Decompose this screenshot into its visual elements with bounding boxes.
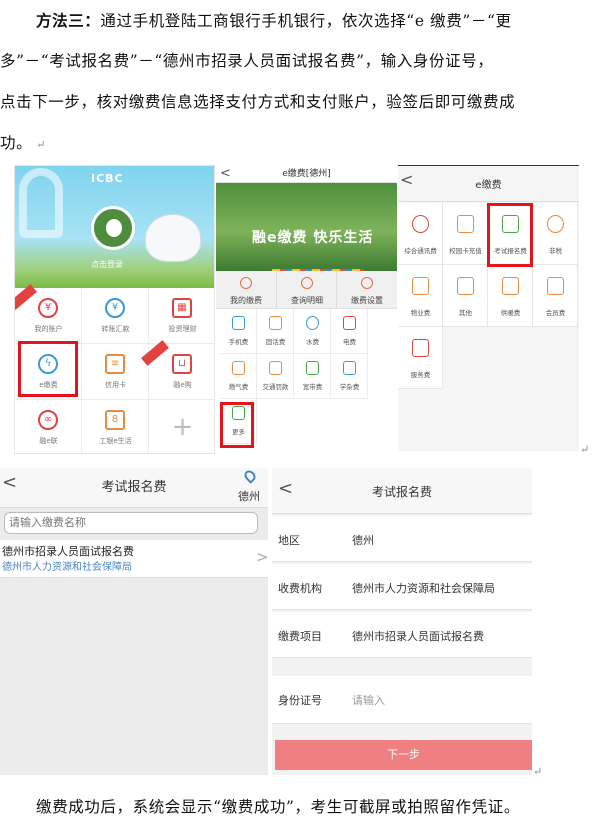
service-icon — [412, 339, 429, 357]
intro-line-4: 功。 ↵ — [0, 134, 47, 152]
radiator-icon — [502, 277, 519, 295]
login-hint[interactable]: 点击登录 — [91, 259, 123, 270]
menu-item-e-link[interactable]: ∞ 融e联 — [15, 400, 82, 453]
yuan-icon: ¥ — [38, 298, 58, 318]
intro-line-3: 点击下一步，核对缴费信息选择支付方式和支付账户，验签后即可缴费成 — [0, 93, 516, 111]
bill-landline[interactable]: 固话费 — [257, 309, 294, 354]
panda-avatar-icon[interactable] — [91, 206, 135, 250]
category-membership[interactable]: 会员费 — [533, 265, 578, 327]
magnifier-icon — [301, 277, 313, 289]
intro-line-1: 方法三：通过手机登陆工商银行手机银行，依次选择“e 缴费”－“更 — [36, 11, 512, 30]
monitor-icon — [306, 361, 319, 375]
row-item: 缴费项目 德州市招录人员面试报名费 — [272, 612, 532, 658]
next-step-button[interactable]: 下一步 — [275, 740, 532, 770]
menu-item-transfer[interactable]: ¥ 转账汇款 — [82, 288, 149, 344]
chat-rings-icon: ∞ — [38, 410, 58, 430]
screenshot-icbc-home: ICBC 点击登录 ¥ 我的账户 ¥ 转账汇款 ▦ 投资理财 ϟ e缴费 ≡ 信用卡 ⊔ 融… — [14, 165, 215, 454]
return-mark: ↵ — [533, 765, 543, 778]
intro-line-2: 多”－“考试报名费”－“德州市招录人员面试报名费”，输入身份证号， — [0, 52, 494, 70]
menu-item-credit-card[interactable]: ≡ 信用卡 — [82, 344, 149, 400]
promo-banner: 融e缴费 快乐生活 — [216, 183, 397, 279]
header: < 考试报名费 — [272, 468, 532, 514]
book-icon — [343, 361, 356, 375]
banner-slogan: 融e缴费 快乐生活 — [252, 230, 374, 246]
menu-item-add[interactable]: + — [149, 400, 214, 453]
category-heating[interactable]: 供暖费 — [488, 265, 533, 327]
return-mark: ↵ — [580, 443, 590, 456]
city-selector[interactable]: 德州 — [238, 488, 260, 504]
page-title: 考试报名费 — [101, 480, 167, 495]
tab-my-payments[interactable]: 我的缴费 — [216, 271, 276, 309]
transfer-icon: ¥ — [105, 298, 125, 318]
row-id-number[interactable]: 身份证号 请输入 — [272, 676, 532, 724]
vip-card-icon — [547, 277, 564, 295]
screenshot-e-pay-more: < e缴费 综合通讯费 校园卡充值 考试报名费 非税 物业费 其他 供暖费 会员… — [398, 165, 579, 451]
e-life-icon: 8 — [105, 410, 125, 430]
bill-mobile[interactable]: 手机费 — [220, 309, 257, 354]
header: < 考试报名费 德州 — [0, 468, 268, 508]
category-service[interactable]: 服务费 — [398, 327, 443, 389]
money-bag-icon — [547, 215, 564, 233]
card-icon — [457, 215, 474, 233]
item-title: 德州市招录人员面试报名费 — [2, 545, 134, 558]
icbc-logo-icon — [19, 168, 63, 238]
house-icon — [412, 277, 429, 295]
water-drop-icon — [306, 316, 319, 330]
bill-traffic-fine[interactable]: 交通罚款 — [257, 354, 294, 399]
highlight-box — [220, 402, 254, 448]
tab-pay-settings[interactable]: 缴费设置 — [336, 271, 396, 309]
home-banner: ICBC 点击登录 — [15, 166, 214, 288]
category-telecom[interactable]: 综合通讯费 — [398, 203, 443, 265]
category-other[interactable]: 其他 — [443, 265, 488, 327]
category-non-tax[interactable]: 非税 — [533, 203, 578, 265]
lightning-icon — [343, 316, 356, 330]
list-item[interactable]: 德州市招录人员面试报名费 德州市人力资源和社会保障局 > — [0, 540, 268, 578]
page-title: 考试报名费 — [371, 485, 432, 499]
tab-query-details[interactable]: 查询明细 — [276, 271, 336, 309]
screenshot-exam-fee-list: < 考试报名费 德州 请输入缴费名称 德州市招录人员面试报名费 德州市人力资源和… — [0, 468, 268, 775]
page-title: e缴费 — [475, 180, 502, 191]
menu-item-e-life[interactable]: 8 工银e生活 — [82, 400, 149, 453]
closing-paragraph: 缴费成功后，系统会显示“缴费成功”，考生可截屏或拍照留作凭证。 — [36, 798, 520, 816]
car-icon — [269, 361, 282, 375]
plus-icon: + — [171, 412, 194, 442]
bill-gas[interactable]: 燃气费 — [220, 354, 257, 399]
item-subtitle: 德州市人力资源和社会保障局 — [2, 562, 132, 573]
abacus-icon: ▦ — [172, 298, 192, 318]
list-icon — [457, 277, 474, 295]
menu-item-invest[interactable]: ▦ 投资理财 — [149, 288, 214, 344]
screenshot-e-pay: < e缴费[德州] 融e缴费 快乐生活 我的缴费 查询明细 缴费设置 手机费 固… — [216, 165, 397, 454]
elephant-mascot-icon — [145, 214, 201, 262]
header: < e缴费[德州] — [216, 165, 397, 183]
flame-icon — [232, 361, 245, 375]
menu-item-e-shop[interactable]: ⊔ 融e购 — [141, 340, 214, 400]
bill-water[interactable]: 水费 — [294, 309, 331, 354]
row-region: 地区 德州 — [272, 516, 532, 562]
shopping-cart-icon: ⊔ — [172, 354, 192, 374]
bill-electric[interactable]: 电费 — [331, 309, 368, 354]
antenna-icon — [412, 215, 429, 233]
id-number-input[interactable]: 请输入 — [352, 692, 385, 708]
header: < e缴费 — [398, 166, 579, 202]
screenshot-exam-fee-form: < 考试报名费 地区 德州 收费机构 德州市人力资源和社会保障局 缴费项目 德州市招录… — [272, 468, 532, 775]
category-property[interactable]: 物业费 — [398, 265, 443, 327]
credit-card-icon: ≡ — [105, 354, 125, 374]
chevron-right-icon: > — [256, 548, 268, 566]
search-input[interactable]: 请输入缴费名称 — [4, 512, 258, 534]
return-mark: ↵ — [36, 138, 47, 151]
e-pay-tabs: 我的缴费 查询明细 缴费设置 — [216, 271, 397, 309]
bill-tuition[interactable]: 学杂费 — [331, 354, 368, 399]
bank-name: ICBC — [91, 172, 124, 185]
category-campus-card[interactable]: 校园卡充值 — [443, 203, 488, 265]
method-label: 方法三： — [36, 11, 101, 30]
page-title: e缴费[德州] — [282, 169, 331, 179]
telephone-icon — [269, 316, 282, 330]
gear-icon — [361, 277, 373, 289]
yuan-icon — [240, 277, 252, 289]
phone-icon — [232, 316, 245, 330]
row-agency: 收费机构 德州市人力资源和社会保障局 — [272, 564, 532, 610]
bill-broadband[interactable]: 宽带费 — [294, 354, 331, 399]
highlight-box — [18, 341, 78, 397]
highlight-box — [487, 203, 533, 267]
